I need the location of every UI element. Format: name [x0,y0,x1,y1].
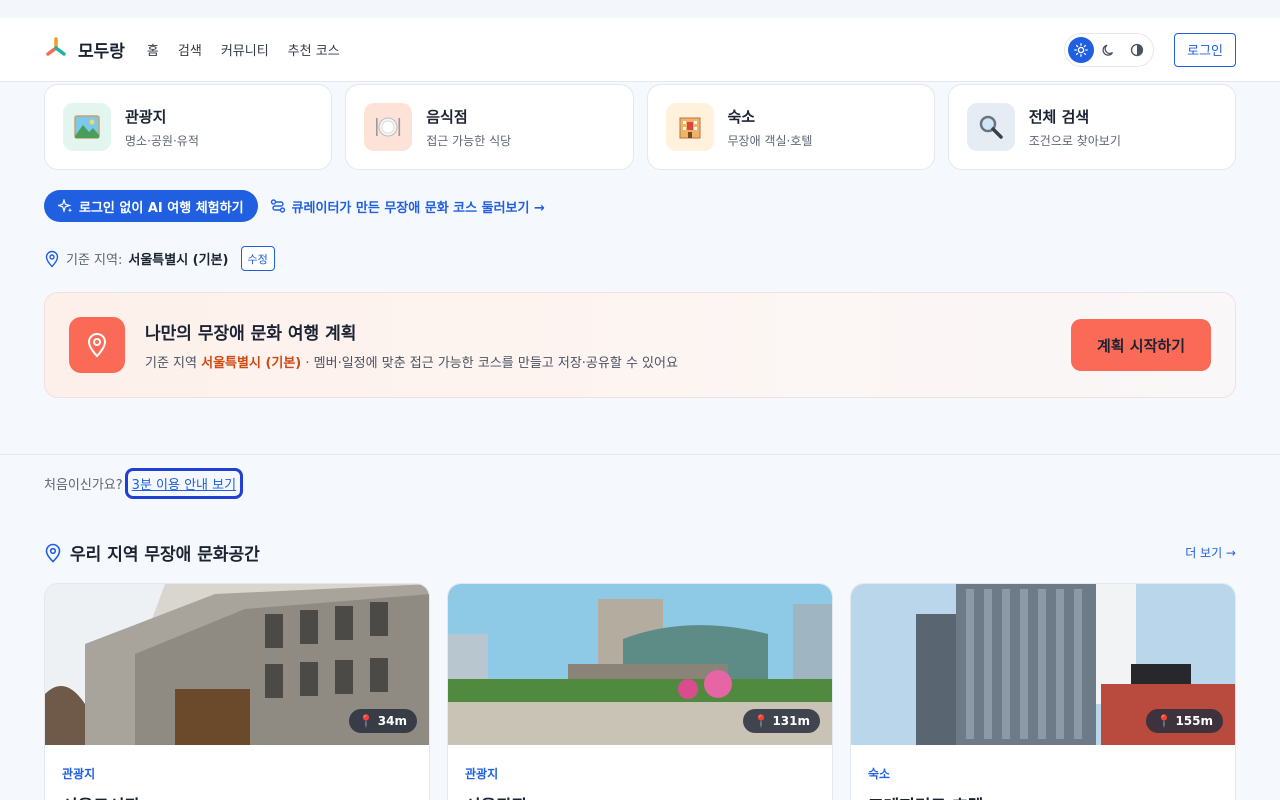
pin-icon: 📍 [753,714,769,728]
category-subtitle: 접근 가능한 식당 [426,133,512,148]
plan-desc-region: 서울특별시 (기본) [201,356,302,371]
ai-trial-button[interactable]: 로그인 없이 AI 여행 체험하기 [44,190,258,222]
moon-icon [1102,44,1114,56]
first-time-guide: 처음이신가요? 3분 이용 안내 보기 [44,468,244,499]
ai-trial-label: 로그인 없이 AI 여행 체험하기 [79,200,244,216]
curated-course-link[interactable]: 큐레이터가 만든 무장애 문화 코스 둘러보기 → [270,197,545,216]
pin-icon: 📍 [1156,714,1172,728]
light-theme-button[interactable] [1068,36,1095,63]
logo-name: 모두랑 [78,42,125,62]
theme-switcher [1064,32,1155,67]
distance-value: 155m [1175,714,1213,728]
place-name: 프레지던트 호텔 [868,792,1218,800]
region-label: 기준 지역: [66,253,123,268]
place-name: 서울도서관 [62,792,412,800]
distance-value: 131m [772,714,810,728]
logo[interactable]: 모두랑 [44,36,125,63]
plate-icon [364,103,413,151]
section-divider [0,454,1280,455]
trip-plan-banner: 나만의 무장애 문화 여행 계획 기준 지역 서울특별시 (기본) · 멤버·일… [44,292,1236,398]
login-button[interactable]: 로그인 [1174,32,1236,67]
place-category: 숙소 [868,767,891,781]
more-link[interactable]: 더 보기 → [1185,544,1236,561]
distance-badge: 📍 131m [743,709,820,733]
place-card[interactable]: 📍 155m 숙소 프레지던트 호텔 [850,583,1236,800]
high-contrast-theme-button[interactable] [1124,37,1150,63]
category-subtitle: 명소·공원·유적 [125,133,199,148]
distance-badge: 📍 155m [1146,709,1223,733]
plan-desc-prefix: 기준 지역 [145,356,197,371]
main-nav: 홈 검색 커뮤니티 추천 코스 [147,40,340,59]
sun-icon [1074,42,1088,57]
magnifier-icon [966,103,1015,151]
distance-value: 34m [377,714,407,728]
usage-guide-link[interactable]: 3분 이용 안내 보기 [124,468,244,499]
nav-right: 로그인 [1064,32,1236,67]
category-title: 관광지 [125,107,167,126]
section-title: 우리 지역 무장애 문화공간 [70,545,260,565]
contrast-icon [1130,43,1144,56]
hotel-icon [665,103,714,151]
place-photo: 📍 155m [851,584,1235,745]
category-card-attractions[interactable]: 관광지 명소·공원·유적 [44,84,333,170]
dark-theme-button[interactable] [1096,37,1122,63]
place-card[interactable]: 📍 131m 관광지 서울광장 [447,583,833,800]
start-plan-button[interactable]: 계획 시작하기 [1070,319,1211,371]
curated-course-label: 큐레이터가 만든 무장애 문화 코스 둘러보기 → [291,200,545,216]
pin-icon: 📍 [358,714,374,728]
place-card[interactable]: 📍 34m 관광지 서울도서관 [44,583,430,800]
place-category: 관광지 [465,767,499,781]
category-subtitle: 무장애 객실·호텔 [727,133,813,148]
route-icon [270,199,285,213]
place-photo: 📍 131m [448,584,832,745]
place-photo: 📍 34m [45,584,429,745]
nearby-section-header: 우리 지역 무장애 문화공간 더 보기 → [44,540,1236,565]
category-card-search-all[interactable]: 전체 검색 조건으로 찾아보기 [947,84,1236,170]
cta-row: 로그인 없이 AI 여행 체험하기 큐레이터가 만든 무장애 문화 코스 둘러보… [44,190,545,222]
top-nav: 모두랑 홈 검색 커뮤니티 추천 코스 로그인 [0,18,1280,82]
location-pin-icon [45,543,61,563]
edit-region-button[interactable]: 수정 [240,246,275,271]
nav-search[interactable]: 검색 [178,40,202,59]
category-card-lodging[interactable]: 숙소 무장애 객실·호텔 [646,84,935,170]
nav-home[interactable]: 홈 [147,40,159,59]
category-card-restaurants[interactable]: 음식점 접근 가능한 식당 [345,84,634,170]
region-value: 서울특별시 (기본) [128,253,229,268]
landscape-icon [63,103,111,151]
place-category: 관광지 [62,767,96,781]
top-strip [0,0,1280,18]
category-title: 숙소 [727,107,756,126]
category-shortcuts: 관광지 명소·공원·유적 음식점 접근 가능한 식당 숙소 무장애 객실·호텔 … [44,84,1236,170]
location-pin-icon [69,317,125,373]
nav-recommended-courses[interactable]: 추천 코스 [288,40,340,59]
category-title: 음식점 [426,107,468,126]
location-pin-icon [45,250,59,267]
place-list: 📍 34m 관광지 서울도서관 📍 131m [44,583,1236,800]
place-name: 서울광장 [465,792,815,800]
category-subtitle: 조건으로 찾아보기 [1028,133,1121,148]
base-region: 기준 지역: 서울특별시 (기본) 수정 [44,246,275,271]
guide-text: 처음이신가요? [44,478,123,493]
distance-badge: 📍 34m [348,709,417,733]
plan-title: 나만의 무장애 문화 여행 계획 [145,324,357,344]
plan-desc-suffix: · 멤버·일정에 맞춘 접근 가능한 코스를 만들고 저장·공유할 수 있어요 [305,356,678,371]
logo-icon [44,36,68,63]
sparkle-icon [58,198,73,213]
plan-description: 기준 지역 서울특별시 (기본) · 멤버·일정에 맞춘 접근 가능한 코스를 … [145,352,678,371]
category-title: 전체 검색 [1028,107,1090,126]
nav-community[interactable]: 커뮤니티 [221,40,269,59]
